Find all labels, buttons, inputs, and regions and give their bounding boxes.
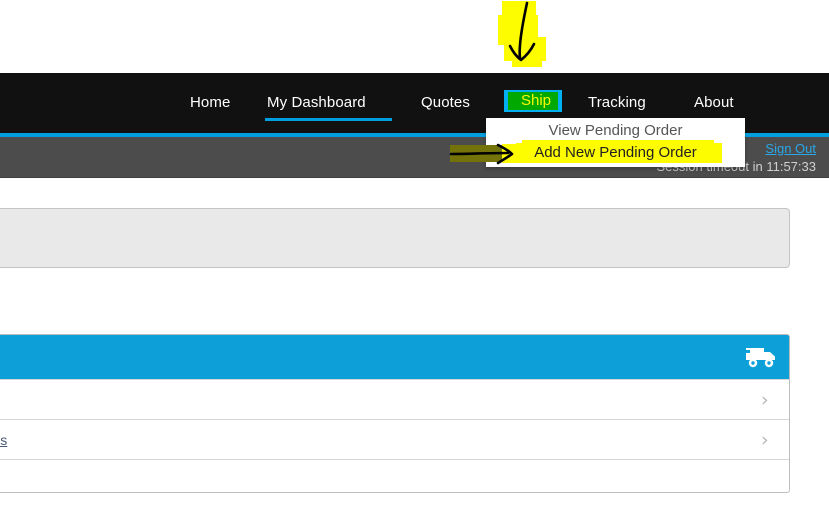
shipment-card-header: [0, 335, 789, 379]
nav-item-ship[interactable]: Ship: [504, 90, 562, 112]
nav-item-about[interactable]: About: [694, 93, 734, 113]
page-content: › uotes ›: [0, 178, 829, 530]
nav-item-tracking[interactable]: Tracking: [588, 93, 646, 113]
sign-out-link[interactable]: Sign Out: [765, 140, 816, 158]
nav-item-ship-label: Ship: [520, 92, 552, 109]
card-row[interactable]: ›: [0, 379, 789, 419]
dropdown-item-add-new-pending-order[interactable]: Add New Pending Order: [486, 142, 745, 164]
card-row[interactable]: [0, 459, 789, 492]
card-row[interactable]: uotes ›: [0, 419, 789, 459]
card-row-link[interactable]: uotes: [0, 431, 7, 449]
dropdown-item-view-pending-order[interactable]: View Pending Order: [486, 120, 745, 142]
shipment-card: › uotes ›: [0, 334, 790, 493]
empty-gray-panel: [0, 208, 790, 268]
chevron-right-icon: ›: [761, 429, 769, 451]
nav-item-my-dashboard[interactable]: My Dashboard: [267, 93, 366, 113]
nav-item-home[interactable]: Home: [190, 93, 230, 113]
ship-dropdown-menu: View Pending Order Add New Pending Order: [486, 118, 745, 167]
truck-icon: [745, 346, 777, 368]
active-nav-underline: [265, 118, 392, 121]
nav-item-quotes[interactable]: Quotes: [421, 93, 470, 113]
chevron-right-icon: ›: [761, 389, 769, 411]
page-top-whitespace: [0, 0, 829, 73]
